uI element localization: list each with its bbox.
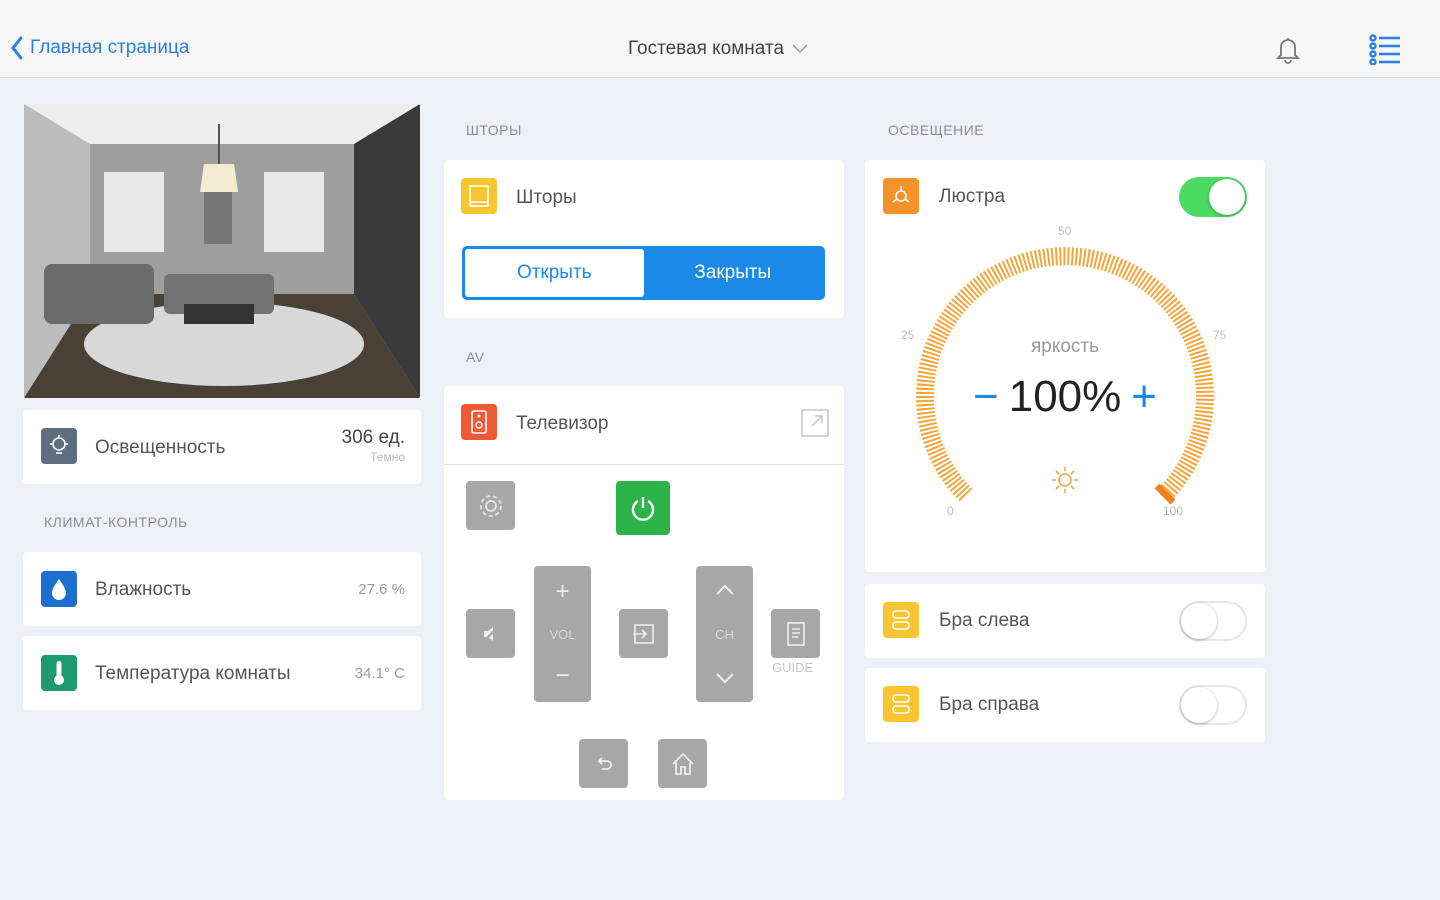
illuminance-sub: Темно bbox=[370, 450, 405, 464]
toggle-knob bbox=[1181, 687, 1217, 723]
curtains-section-title: ШТОРЫ bbox=[466, 122, 522, 138]
lighting-section-title: ОСВЕЩЕНИЕ bbox=[888, 122, 985, 138]
guide-label: GUIDE bbox=[772, 660, 814, 675]
vol-label: VOL bbox=[549, 626, 576, 642]
power-icon bbox=[631, 497, 655, 521]
curtains-open-button[interactable]: Открыть bbox=[465, 249, 644, 297]
ch-label: CH bbox=[715, 626, 734, 642]
sconce-right-label: Бра справа bbox=[939, 694, 1040, 715]
curtains-label: Шторы bbox=[516, 187, 577, 208]
divider bbox=[444, 464, 844, 465]
bell-icon bbox=[1275, 38, 1301, 64]
expand-icon bbox=[801, 409, 829, 437]
sconce-left-toggle[interactable] bbox=[1179, 601, 1247, 641]
input-source-button[interactable] bbox=[619, 609, 668, 658]
curtains-segmented-control[interactable]: Открыть Закрыты bbox=[462, 246, 825, 300]
illuminance-card: Освещенность 306 ед. Темно bbox=[23, 410, 421, 484]
sconce-right-card: Бра справа bbox=[865, 668, 1265, 742]
channel-rocker[interactable]: CH bbox=[696, 566, 753, 702]
room-photo bbox=[24, 104, 420, 398]
sconce-right-toggle[interactable] bbox=[1179, 685, 1247, 725]
volume-rocker[interactable]: + VOL − bbox=[534, 566, 591, 702]
sun-icon bbox=[1051, 466, 1079, 499]
temperature-card: Температура комнаты 34.1° C bbox=[23, 636, 421, 710]
guide-button[interactable] bbox=[771, 609, 820, 658]
chevron-up-icon[interactable] bbox=[715, 584, 735, 596]
expand-button[interactable] bbox=[800, 408, 830, 443]
back-label: Главная страница bbox=[30, 37, 190, 58]
brightness-label: яркость bbox=[1030, 336, 1100, 357]
brightness-decrease-button[interactable]: − bbox=[973, 372, 999, 422]
av-section-title: AV bbox=[466, 349, 485, 365]
top-bar: Главная страница Гостевая комната bbox=[0, 0, 1440, 78]
back-remote-button[interactable] bbox=[579, 739, 628, 788]
input-icon bbox=[632, 623, 654, 644]
lightbulb-icon bbox=[41, 428, 77, 464]
tv-label: Телевизор bbox=[516, 413, 609, 434]
guide-icon bbox=[786, 621, 805, 646]
list-icon bbox=[1369, 34, 1400, 66]
sconce-left-label: Бра слева bbox=[939, 610, 1030, 631]
gauge-tick-0: 0 bbox=[947, 504, 954, 518]
humidity-card: Влажность 27.6 % bbox=[23, 552, 421, 626]
sconce-icon bbox=[883, 602, 919, 638]
illuminance-label: Освещенность bbox=[95, 437, 226, 458]
curtains-closed-button[interactable]: Закрыты bbox=[644, 249, 823, 297]
chandelier-toggle[interactable] bbox=[1179, 177, 1247, 217]
chandelier-card: Люстра 50 25 75 0 100 яркость − 100% + bbox=[865, 160, 1265, 572]
back-button[interactable]: Главная страница bbox=[10, 36, 190, 60]
gauge-tick-100: 100 bbox=[1163, 504, 1184, 518]
chandelier-icon bbox=[883, 178, 919, 214]
return-icon bbox=[597, 756, 612, 770]
tv-remote-icon bbox=[461, 404, 497, 440]
toggle-knob bbox=[1209, 179, 1245, 215]
temperature-label: Температура комнаты bbox=[95, 663, 291, 684]
illuminance-value: 306 ед. bbox=[341, 427, 406, 448]
room-selector[interactable]: Гостевая комната bbox=[628, 38, 808, 60]
home-button[interactable] bbox=[658, 739, 707, 788]
chevron-down-icon[interactable] bbox=[715, 672, 735, 684]
chevron-down-icon bbox=[792, 44, 808, 54]
brightness-increase-button[interactable]: + bbox=[1131, 372, 1157, 422]
power-button[interactable] bbox=[616, 481, 670, 535]
gauge-tick-50: 50 bbox=[1058, 224, 1072, 238]
water-drop-icon bbox=[41, 571, 77, 607]
toggle-knob bbox=[1181, 603, 1217, 639]
settings-button[interactable] bbox=[466, 481, 515, 530]
notifications-button[interactable] bbox=[1272, 33, 1304, 70]
humidity-label: Влажность bbox=[95, 579, 192, 600]
list-menu-button[interactable] bbox=[1368, 33, 1402, 70]
sconce-icon bbox=[883, 686, 919, 722]
curtains-icon bbox=[461, 178, 497, 214]
brightness-value: 100% bbox=[1008, 372, 1122, 421]
room-title: Гостевая комната bbox=[628, 38, 785, 59]
temperature-value: 34.1° C bbox=[354, 665, 405, 682]
thermometer-icon bbox=[41, 655, 77, 691]
home-icon bbox=[671, 752, 694, 775]
minus-icon[interactable]: − bbox=[555, 664, 569, 688]
mute-button[interactable] bbox=[466, 609, 515, 658]
mute-icon bbox=[480, 624, 500, 644]
climate-section-title: КЛИМАТ-КОНТРОЛЬ bbox=[44, 514, 188, 530]
plus-icon[interactable]: + bbox=[555, 580, 569, 604]
sconce-left-card: Бра слева bbox=[865, 584, 1265, 658]
gear-icon bbox=[479, 494, 502, 517]
humidity-value: 27.6 % bbox=[358, 581, 405, 598]
chandelier-label: Люстра bbox=[939, 186, 1006, 207]
tv-card: Телевизор bbox=[444, 386, 844, 800]
chevron-left-icon bbox=[11, 36, 23, 60]
